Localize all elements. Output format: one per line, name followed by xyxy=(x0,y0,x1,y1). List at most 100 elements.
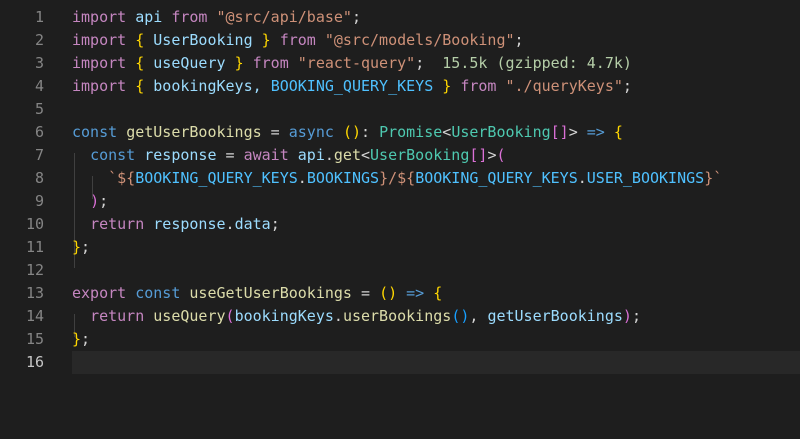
code-token: USER_BOOKINGS xyxy=(586,169,705,187)
code-token: = xyxy=(216,146,244,164)
code-line[interactable]: 13 export const useGetUserBookings = () =… xyxy=(0,282,800,305)
code-token: from xyxy=(252,54,289,72)
code-line[interactable]: 16 xyxy=(0,351,800,374)
code-editor[interactable]: 1 import api from "@src/api/base"; 2 import… xyxy=(0,0,800,439)
code-token: . xyxy=(577,169,587,187)
code-token: > xyxy=(568,123,587,141)
code-line[interactable]: 9 ); xyxy=(0,190,800,213)
code-token: { xyxy=(135,54,145,72)
code-line[interactable]: 4 import { bookingKeys, BOOKING_QUERY_KEY… xyxy=(0,75,800,98)
code-token: from xyxy=(171,8,208,26)
code-line[interactable]: 15}; xyxy=(0,328,800,351)
code-text: export const useGetUserBookings = () => … xyxy=(72,282,442,305)
code-token: UserBooking xyxy=(144,31,262,49)
line-number: 5 xyxy=(34,100,44,118)
code-token: BOOKING_QUERY_KEYS xyxy=(135,169,298,187)
line-number: 14 xyxy=(25,307,44,325)
code-token: ) xyxy=(622,307,632,325)
code-token: data xyxy=(234,215,271,233)
code-token: => xyxy=(586,123,605,141)
code-token: "react-query" xyxy=(297,54,416,72)
code-token: userBookings xyxy=(342,307,452,325)
line-number: 16 xyxy=(25,353,44,371)
line-number: 9 xyxy=(34,192,44,210)
code-text: return useQuery(bookingKeys.userBookings… xyxy=(72,305,641,328)
line-number: 2 xyxy=(34,31,44,49)
code-token: [] xyxy=(550,123,569,141)
code-token: get xyxy=(333,146,361,164)
code-token: , xyxy=(469,307,488,325)
code-line[interactable]: 5 xyxy=(0,98,800,121)
line-number: 8 xyxy=(34,169,44,187)
code-line[interactable]: 10 return response.data; xyxy=(0,213,800,236)
code-token: "./queryKeys" xyxy=(505,77,623,95)
code-token: useQuery xyxy=(153,307,226,325)
code-token: ; xyxy=(622,77,632,95)
code-line[interactable]: 3 import { useQuery } from "react-query";… xyxy=(0,52,800,75)
code-token: api xyxy=(126,8,172,26)
code-text: `${BOOKING_QUERY_KEYS.BOOKINGS}/${BOOKIN… xyxy=(72,167,722,190)
code-token: getUserBookings xyxy=(487,307,623,325)
line-number: 6 xyxy=(34,123,44,141)
code-token: from xyxy=(460,77,497,95)
code-token: from xyxy=(279,31,316,49)
code-text: import api from "@src/api/base"; xyxy=(72,6,361,29)
code-token: import xyxy=(72,31,127,49)
code-token: . xyxy=(225,215,235,233)
line-number: 15 xyxy=(25,330,44,348)
code-token: BOOKINGS xyxy=(306,169,380,187)
code-text: import { useQuery } from "react-query"; … xyxy=(72,52,632,75)
code-token: } xyxy=(379,169,389,187)
code-token: = xyxy=(261,123,289,141)
code-token: ) xyxy=(90,192,100,210)
code-line[interactable]: 6 const getUserBookings = async (): Promi… xyxy=(0,121,800,144)
code-token: () xyxy=(451,307,470,325)
code-token: => xyxy=(406,284,425,302)
code-token: "@src/models/Booking" xyxy=(324,31,515,49)
code-line[interactable]: 1 import api from "@src/api/base"; xyxy=(0,6,800,29)
code-line[interactable]: 14 return useQuery(bookingKeys.userBooki… xyxy=(0,305,800,328)
code-token: const xyxy=(135,284,181,302)
line-number: 3 xyxy=(34,54,44,72)
code-token: { xyxy=(613,123,623,141)
code-text: import { bookingKeys, BOOKING_QUERY_KEYS… xyxy=(72,75,632,98)
code-line[interactable]: 11}; xyxy=(0,236,800,259)
code-line[interactable]: 8 `${BOOKING_QUERY_KEYS.BOOKINGS}/${BOOK… xyxy=(0,167,800,190)
code-line[interactable]: 2 import { UserBooking } from "@src/model… xyxy=(0,29,800,52)
code-token: () xyxy=(379,284,398,302)
code-token: . xyxy=(333,307,343,325)
code-text: ); xyxy=(72,190,108,213)
line-number: 11 xyxy=(25,238,44,256)
code-token: Promise xyxy=(379,123,443,141)
code-token: return xyxy=(90,215,145,233)
code-token: export xyxy=(72,284,127,302)
code-token: ( xyxy=(225,307,235,325)
code-token: < xyxy=(442,123,452,141)
code-token: { xyxy=(135,77,145,95)
code-token: const xyxy=(72,123,118,141)
code-token: 15.5k (gzipped: 4.7k) xyxy=(424,54,632,72)
code-token: import xyxy=(72,77,127,95)
code-line[interactable]: 12 xyxy=(0,259,800,282)
code-token: UserBooking xyxy=(451,123,551,141)
line-number: 12 xyxy=(25,261,44,279)
code-text: const response = await api.get<UserBooki… xyxy=(72,144,505,167)
code-token: bookingKeys, xyxy=(144,77,271,95)
code-line[interactable]: 7 const response = await api.get<UserBoo… xyxy=(0,144,800,167)
